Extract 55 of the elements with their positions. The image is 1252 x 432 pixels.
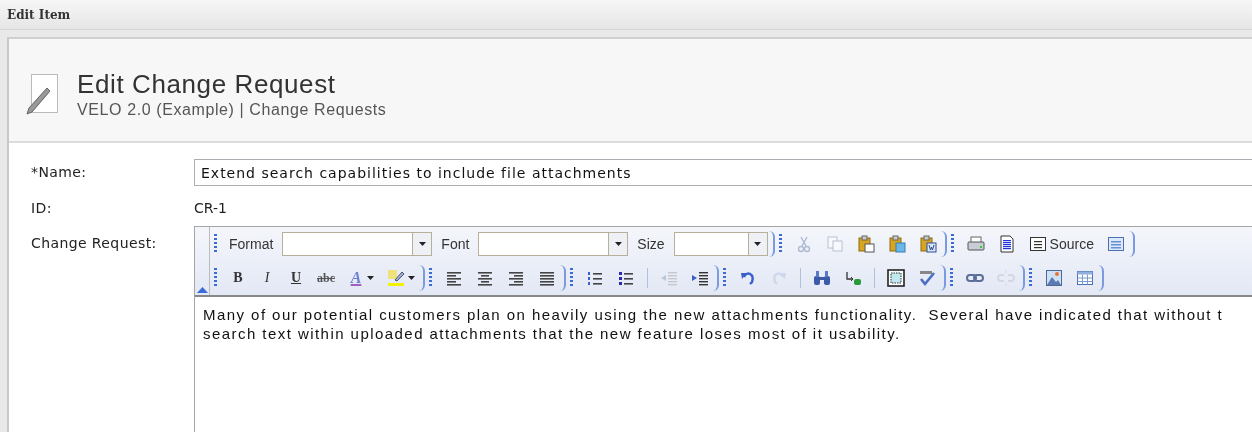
- align-center-icon: [476, 269, 494, 287]
- source-icon: [1028, 235, 1047, 253]
- italic-button[interactable]: I: [256, 266, 278, 290]
- dropdown-field[interactable]: [673, 232, 768, 256]
- bullet-list-icon: [617, 269, 635, 287]
- select-all-icon: [887, 269, 905, 287]
- id-value: CR-1: [194, 200, 228, 216]
- highlighter-icon: [387, 269, 405, 287]
- dropdown-arrow-icon: [367, 276, 374, 280]
- underline-button[interactable]: U: [285, 266, 307, 290]
- dropdown-arrow-icon: [614, 242, 622, 246]
- indent-icon: [691, 269, 709, 287]
- clipboard-icon: [856, 235, 875, 253]
- dropdown-arrow-icon: [754, 242, 762, 246]
- page-title: Edit Change Request: [77, 69, 337, 100]
- check-mark-icon: [918, 269, 936, 287]
- justify-icon: [538, 269, 556, 287]
- align-right-icon: [507, 269, 525, 287]
- collapse-icon[interactable]: [196, 287, 208, 293]
- document-icon: [997, 235, 1016, 253]
- broken-link-icon: [997, 269, 1015, 287]
- toolbar-label: Format: [228, 236, 275, 252]
- text-line: Many of our potential customers plan on heavily using the new attachments functionality. Several have indicated that without t: [203, 305, 1225, 324]
- printer-icon: [966, 235, 985, 253]
- source-button[interactable]: Source: [1025, 232, 1097, 256]
- clipboard-icon: [918, 235, 937, 253]
- field-label: Change Request:: [31, 234, 158, 251]
- outdent-icon: [660, 269, 678, 287]
- strike-button[interactable]: abc: [314, 266, 338, 290]
- copy-icon: [825, 235, 844, 253]
- bold-button[interactable]: B: [227, 266, 249, 290]
- field-label: ID:: [31, 200, 53, 216]
- dropdown-arrow-icon: [418, 242, 426, 246]
- window-title: Edit Item: [7, 8, 71, 22]
- dropdown-field[interactable]: [282, 232, 433, 256]
- undo-icon: [739, 269, 757, 287]
- maximize-icon: [1106, 235, 1125, 253]
- page-pencil-icon: [25, 72, 59, 116]
- dropdown-field[interactable]: [478, 232, 629, 256]
- numbered-list-icon: [586, 269, 604, 287]
- clipboard-icon: [887, 235, 906, 253]
- toolbar-label: Font: [440, 236, 471, 252]
- binoculars-icon: [813, 269, 831, 287]
- field-label: *Name:: [31, 163, 88, 180]
- toolbar-label: Size: [636, 236, 666, 252]
- breadcrumb: VELO 2.0 (Example) | Change Requests: [77, 101, 387, 119]
- redo-icon: [770, 269, 788, 287]
- replace-icon: [844, 269, 862, 287]
- table-icon: [1076, 269, 1094, 287]
- name-field[interactable]: Extend search capabilities to include file attachments: [194, 159, 1252, 186]
- select-all-button[interactable]: [884, 266, 908, 290]
- text-line: search text within uploaded attachments that the new feature loses most of it usability.: [203, 324, 902, 343]
- image-icon: [1045, 269, 1063, 287]
- dropdown-arrow-icon: [408, 276, 415, 280]
- align-left-icon: [445, 269, 463, 287]
